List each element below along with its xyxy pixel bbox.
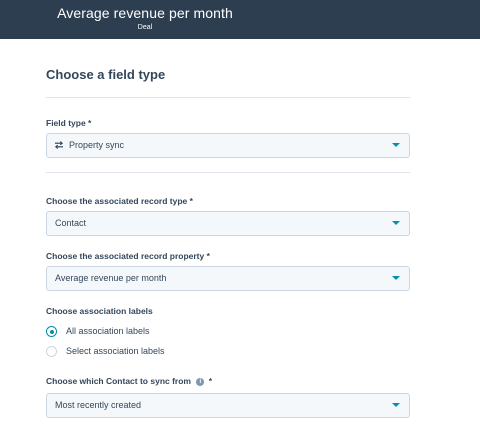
page-header: Average revenue per month Deal: [0, 0, 480, 39]
chevron-down-icon: [392, 276, 400, 280]
record-type-value: Contact: [55, 218, 87, 228]
association-labels-label: Choose association labels: [46, 306, 153, 316]
section-title: Choose a field type: [46, 67, 166, 82]
chevron-down-icon: [392, 143, 400, 147]
divider: [46, 172, 410, 173]
sync-from-value: Most recently created: [55, 400, 142, 410]
radio-label: All association labels: [66, 326, 150, 336]
record-property-select[interactable]: Average revenue per month: [46, 266, 410, 291]
field-type-value: Property sync: [69, 140, 125, 150]
record-property-value: Average revenue per month: [55, 273, 167, 283]
record-property-label: Choose the associated record property *: [46, 251, 210, 261]
chevron-down-icon: [392, 221, 400, 225]
sync-from-select[interactable]: Most recently created: [46, 393, 410, 418]
radio-label: Select association labels: [66, 346, 165, 356]
required-mark: *: [208, 376, 213, 386]
field-type-label: Field type *: [46, 118, 92, 128]
record-type-select[interactable]: Contact: [46, 211, 410, 236]
header-subtitle: Deal: [137, 24, 153, 31]
record-type-label: Choose the associated record type *: [46, 196, 193, 206]
sync-from-label-text: Choose which Contact to sync from: [46, 376, 191, 386]
sync-from-label: Choose which Contact to sync from i *: [46, 376, 212, 386]
chevron-down-icon: [392, 403, 400, 407]
header-title: Average revenue per month: [57, 5, 233, 21]
field-type-select[interactable]: Property sync: [46, 133, 410, 158]
info-icon[interactable]: i: [196, 378, 205, 386]
sync-arrows-icon: [54, 141, 64, 149]
radio-button[interactable]: [46, 346, 57, 357]
divider: [46, 97, 410, 98]
radio-button[interactable]: [46, 326, 57, 337]
